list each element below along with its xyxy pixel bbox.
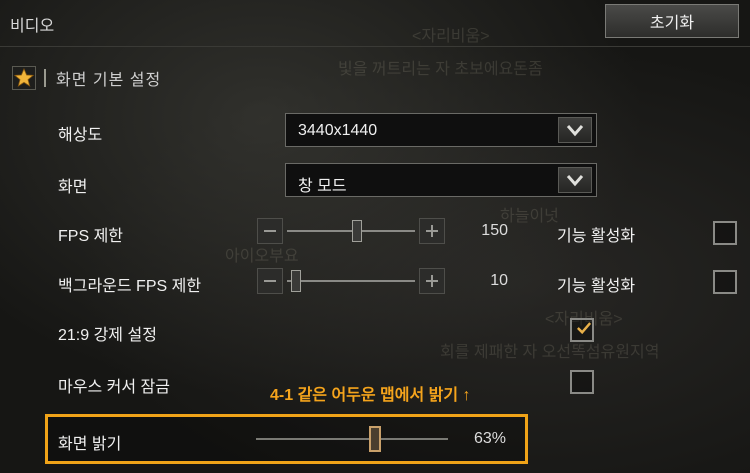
background-text: 빛을 꺼트리는 자 초보에요돈좀 [338, 61, 543, 78]
screen-mode-value: 창 모드 [298, 178, 347, 195]
section-title: 화면 기본 설정 [56, 72, 162, 89]
slider-track [287, 280, 415, 282]
brightness-value: 63% [473, 430, 506, 447]
screen-mode-dropdown[interactable]: 창 모드 [285, 163, 597, 197]
header-divider [0, 46, 750, 47]
background-text: 하늘이넛 [500, 208, 559, 225]
minus-button[interactable] [257, 218, 283, 244]
brightness-annotation: 4-1 같은 어두운 맵에서 밝기 ↑ [270, 387, 471, 404]
bg-fps-enable-checkbox[interactable] [713, 270, 737, 294]
plus-button[interactable] [419, 268, 445, 294]
resolution-label: 해상도 [58, 127, 103, 144]
star-icon [12, 66, 36, 90]
minus-button[interactable] [257, 268, 283, 294]
force-219-label: 21:9 강제 설정 [58, 327, 157, 344]
fps-limit-slider[interactable] [257, 218, 445, 244]
checkmark-icon [576, 322, 592, 335]
resolution-value: 3440x1440 [298, 122, 378, 139]
force-219-checkbox[interactable] [570, 318, 594, 342]
fps-enable-label: 기능 활성화 [557, 228, 636, 245]
reset-button[interactable]: 초기화 [605, 4, 739, 38]
bg-fps-limit-label: 백그라운드 FPS 제한 [58, 278, 202, 295]
resolution-dropdown[interactable]: 3440x1440 [285, 113, 597, 147]
slider-thumb[interactable] [290, 270, 301, 292]
brightness-slider-thumb[interactable] [369, 426, 382, 452]
chevron-down-icon[interactable] [558, 167, 592, 193]
fps-limit-label: FPS 제한 [58, 228, 124, 245]
bg-fps-enable-label: 기능 활성화 [557, 278, 636, 295]
plus-button[interactable] [419, 218, 445, 244]
settings-header: 비디오 초기화 [0, 0, 750, 46]
mouse-lock-label: 마우스 커서 잠금 [58, 379, 170, 396]
mouse-lock-checkbox[interactable] [570, 370, 594, 394]
section-header: 화면 기본 설정 [12, 64, 161, 92]
chevron-down-icon[interactable] [558, 117, 592, 143]
background-text: 아이오부요 [225, 248, 299, 265]
slider-thumb[interactable] [351, 220, 362, 242]
brightness-slider-track[interactable] [256, 438, 448, 440]
brightness-label: 화면 밝기 [58, 436, 122, 453]
bg-fps-limit-slider[interactable] [257, 268, 445, 294]
page-title: 비디오 [10, 18, 55, 35]
screen-label: 화면 [58, 179, 88, 196]
fps-enable-checkbox[interactable] [713, 221, 737, 245]
section-separator [44, 69, 46, 87]
bg-fps-limit-value: 10 [490, 272, 508, 289]
fps-limit-value: 150 [481, 222, 508, 239]
background-text: 회를 제패한 자 오선똑섬유원지역 [440, 344, 660, 361]
